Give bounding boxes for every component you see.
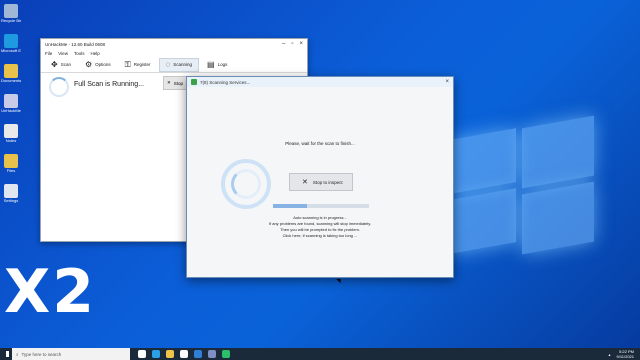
mouse-cursor-icon bbox=[336, 276, 343, 284]
tab-scanning[interactable]: ◌ Scanning bbox=[158, 57, 200, 72]
notes-icon bbox=[4, 124, 18, 138]
app-icon bbox=[4, 184, 18, 198]
minimize-icon[interactable]: – bbox=[282, 41, 285, 47]
tab-logs[interactable]: ▤ Logs bbox=[201, 58, 233, 72]
desktop-icon-label: Settings bbox=[3, 198, 19, 203]
desktop-icon[interactable]: Settings bbox=[1, 184, 21, 212]
scan-spinner-icon bbox=[221, 159, 271, 209]
info-text: Auto scanning is in progress... If any p… bbox=[187, 215, 453, 239]
dialog-titlebar: 7(8) Scanning Services... × bbox=[187, 77, 453, 87]
taskbar-search[interactable]: ⌕ Type here to search bbox=[12, 348, 130, 360]
main-titlebar: UnHackMe - 12.60 Build 0608 – ▫ × bbox=[41, 39, 307, 49]
scan-spinner-icon bbox=[49, 77, 69, 97]
menu-item-view[interactable]: View bbox=[58, 51, 68, 56]
stop-label: Stop bbox=[173, 80, 184, 86]
wait-message: Please, wait for the scan to finish... bbox=[285, 141, 355, 146]
search-icon: ⌕ bbox=[16, 351, 19, 357]
maximize-icon[interactable]: ▫ bbox=[291, 41, 293, 47]
menu-item-file[interactable]: File bbox=[45, 51, 52, 56]
close-icon: ✕ bbox=[167, 80, 171, 85]
tab-label: Options bbox=[95, 62, 111, 67]
stop-to-inspect-label: Stop to inspect bbox=[312, 179, 343, 185]
windows-logo-wallpaper bbox=[450, 115, 600, 255]
desktop-icon-label: Notes bbox=[5, 138, 17, 143]
unhackme-icon bbox=[4, 94, 18, 108]
tab-options[interactable]: ⚙ Options bbox=[79, 58, 117, 72]
tab-register[interactable]: ⚿ Register bbox=[119, 58, 157, 72]
stop-to-inspect-button[interactable]: ✕ Stop to inspect bbox=[289, 173, 353, 191]
desktop-icon[interactable]: Notes bbox=[1, 124, 21, 152]
date: 9/11/2021 bbox=[616, 354, 635, 359]
click-here-link[interactable]: Click here, if scanning is taking too lo… bbox=[187, 233, 453, 239]
toolbar: ✥ Scan ⚙ Options ⚿ Register ◌ Scanning ▤ Logs bbox=[41, 57, 307, 73]
desktop-icon-label: UnHackMe bbox=[1, 108, 21, 113]
spinner-icon: ◌ bbox=[165, 60, 171, 69]
taskbar-apps bbox=[130, 350, 230, 358]
tab-label: Scanning bbox=[173, 62, 193, 67]
close-icon[interactable]: × bbox=[299, 41, 303, 47]
store-icon[interactable] bbox=[180, 350, 188, 358]
key-icon: ⚿ bbox=[124, 59, 131, 69]
close-icon: ✕ bbox=[302, 179, 308, 186]
mail-icon[interactable] bbox=[194, 350, 202, 358]
recycle-bin-icon bbox=[4, 4, 18, 18]
desktop-icon[interactable]: UnHackMe bbox=[1, 94, 21, 122]
desktop-icon[interactable]: Documents bbox=[1, 64, 21, 92]
search-placeholder: Type here to search bbox=[21, 351, 62, 357]
menu-item-tools[interactable]: Tools bbox=[74, 51, 85, 56]
app-icon[interactable] bbox=[222, 350, 230, 358]
logs-icon: ▤ bbox=[207, 60, 215, 69]
desktop-icon-label: Microsoft Edge bbox=[1, 48, 21, 53]
desktop-icon[interactable]: Files bbox=[1, 154, 21, 182]
desktop-icon-label: Documents bbox=[1, 78, 21, 83]
folder-icon bbox=[4, 64, 18, 78]
dialog-title: 7(8) Scanning Services... bbox=[200, 79, 251, 85]
desktop-icon-label: Recycle Bin bbox=[1, 18, 21, 23]
main-window-title: UnHackMe - 12.60 Build 0608 bbox=[45, 41, 106, 47]
menu-item-help[interactable]: Help bbox=[90, 51, 99, 56]
close-icon[interactable]: × bbox=[445, 79, 449, 85]
start-button[interactable] bbox=[0, 348, 12, 360]
tab-label: Register bbox=[133, 62, 151, 67]
tab-label: Logs bbox=[217, 62, 228, 67]
desktop-icon-label: Files bbox=[6, 168, 16, 173]
crosshair-icon: ✥ bbox=[51, 60, 58, 69]
desktop-icon[interactable]: Recycle Bin bbox=[1, 4, 21, 32]
clock[interactable]: 5:22 PM 9/11/2021 bbox=[617, 349, 635, 359]
taskbar: ⌕ Type here to search ▴ 5:22 PM 9/11/202… bbox=[0, 348, 640, 360]
windows-icon bbox=[3, 351, 9, 357]
folder-icon bbox=[4, 154, 18, 168]
desktop-icon[interactable]: Microsoft Edge bbox=[1, 34, 21, 62]
task-view-icon[interactable] bbox=[138, 350, 146, 358]
tab-scan[interactable]: ✥ Scan bbox=[45, 58, 77, 72]
network-icon[interactable]: ▴ bbox=[608, 352, 610, 357]
multiplier-overlay: X2 bbox=[4, 257, 97, 327]
file-explorer-icon[interactable] bbox=[166, 350, 174, 358]
scan-status: Full Scan is Running... bbox=[74, 81, 145, 88]
tab-label: Scan bbox=[60, 62, 71, 67]
dialog-body: Please, wait for the scan to finish... ✕… bbox=[187, 87, 453, 284]
edge-icon bbox=[4, 34, 18, 48]
scanning-services-dialog: 7(8) Scanning Services... × Please, wait… bbox=[186, 76, 454, 284]
gear-icon: ⚙ bbox=[84, 60, 93, 69]
unhackme-icon[interactable] bbox=[208, 350, 216, 358]
edge-icon[interactable] bbox=[152, 350, 160, 358]
system-tray: ▴ 5:22 PM 9/11/2021 bbox=[608, 349, 640, 359]
menubar: File View Tools Help bbox=[41, 49, 307, 57]
scan-progress-bar bbox=[273, 204, 369, 208]
app-icon bbox=[191, 79, 197, 85]
